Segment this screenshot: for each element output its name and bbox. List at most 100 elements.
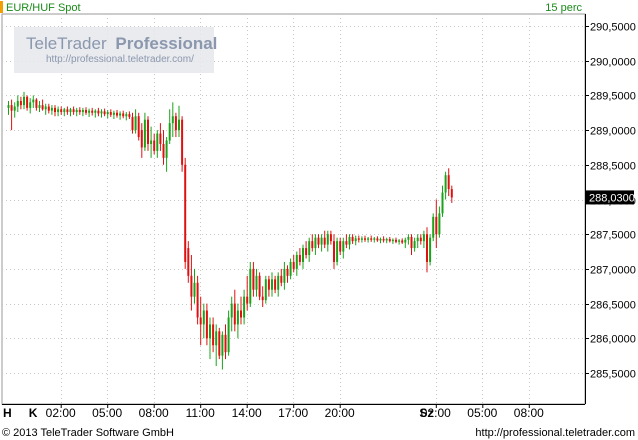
candle-body (441, 192, 444, 214)
candle-body (314, 237, 317, 249)
candle-body (190, 275, 193, 297)
candle-body (388, 239, 391, 242)
candle-body (184, 164, 187, 262)
candle-body (255, 275, 258, 290)
candle-body (97, 110, 100, 114)
candle-body (162, 143, 165, 158)
candle-body (60, 109, 63, 113)
candle-body (19, 100, 22, 106)
instrument-label: EUR/HUF Spot (6, 2, 81, 14)
x-tick-label: 20:00 (325, 406, 355, 420)
candle-body (193, 282, 196, 297)
candle-body (181, 119, 184, 165)
candle-body (178, 119, 180, 131)
candle-body (165, 140, 168, 158)
candle-body (351, 236, 354, 242)
candle-body (435, 216, 438, 235)
candle-body (38, 105, 41, 108)
candle-body (233, 303, 236, 325)
candle-body (153, 140, 156, 151)
candle-body (379, 239, 382, 241)
candle-body (376, 238, 379, 241)
candle-body (333, 241, 335, 262)
candle-body (147, 119, 149, 144)
candle-body (221, 334, 224, 356)
candle-body (41, 105, 44, 110)
candle (218, 327, 221, 360)
candle-body (277, 275, 280, 290)
y-tick-label: 289,5000 (590, 91, 636, 103)
x-tick-label: 02:00 (46, 406, 76, 420)
copyright: © 2013 TeleTrader Software GmbH (2, 427, 174, 439)
candle (184, 157, 187, 269)
candle (336, 237, 339, 266)
candle (429, 234, 432, 266)
candle-body (57, 109, 60, 113)
candle-body (336, 241, 339, 262)
x-tick-label: 05:00 (92, 406, 122, 420)
candle-body (404, 239, 407, 243)
candle-body (174, 116, 177, 131)
candle-body (326, 234, 329, 245)
candle-body (413, 241, 416, 249)
candle-body (122, 113, 125, 117)
candle-body (283, 268, 286, 283)
candle-body (171, 116, 174, 124)
candle-body (295, 255, 298, 269)
candle-body (23, 96, 25, 106)
candle-body (416, 237, 419, 242)
candle-body (10, 105, 13, 111)
candle-body (432, 216, 435, 238)
candle-body (168, 123, 171, 141)
candle-body (202, 310, 205, 325)
candle-body (382, 239, 385, 241)
candle-body (29, 102, 32, 108)
y-tick-label: 287,0000 (590, 265, 636, 277)
candle-body (305, 248, 308, 256)
candle-body (109, 112, 112, 115)
candle-body (339, 241, 342, 252)
watermark-brand: TeleTrader Professional (26, 34, 217, 53)
chart-canvas: TeleTrader Professional http://professio… (0, 0, 638, 440)
candle-body (13, 106, 16, 111)
candle-body (240, 310, 242, 318)
candle-body (357, 238, 360, 240)
candle-body (348, 236, 351, 245)
candle-body (367, 238, 370, 240)
candle-body (106, 112, 109, 115)
candle-body (35, 99, 38, 108)
candle-body (66, 109, 69, 113)
candle-body (292, 261, 295, 269)
instrument-marker (0, 1, 3, 13)
candle-body (26, 96, 29, 108)
candle-body (218, 331, 221, 356)
candle-body (323, 237, 326, 245)
candle-body (215, 331, 218, 346)
candle (432, 213, 435, 242)
candle-body (32, 99, 35, 103)
candle-body (286, 268, 289, 276)
candle-body (116, 112, 118, 116)
candle-body (246, 296, 249, 304)
watermark-brand-prefix: TeleTrader (26, 34, 107, 53)
candle-body (450, 189, 453, 198)
candle-body (236, 310, 239, 325)
candle-body (370, 238, 373, 240)
chart: TeleTrader Professional http://professio… (0, 0, 638, 440)
footer-url: http://professional.teletrader.com (475, 427, 635, 439)
candle-body (134, 116, 137, 131)
candle-body (63, 109, 66, 113)
candle-body (391, 239, 394, 242)
candle-body (422, 234, 425, 242)
candle-body (398, 240, 401, 242)
candle-body (447, 175, 450, 190)
candle-body (252, 268, 255, 290)
candle-body (187, 248, 190, 276)
candle-body (264, 279, 267, 301)
candle-body (342, 241, 345, 252)
y-tick-label: 287,5000 (590, 230, 636, 242)
candle-body (345, 241, 348, 245)
candle-body (69, 109, 72, 113)
candle-body (401, 240, 404, 243)
candle-body (364, 238, 366, 240)
